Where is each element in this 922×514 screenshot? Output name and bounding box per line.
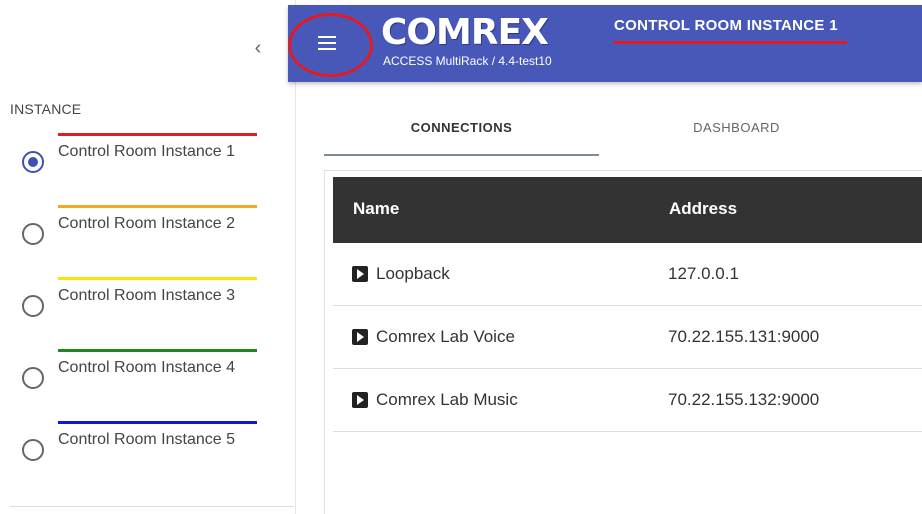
comrex-logo: COMREX (381, 12, 549, 53)
instance-label: Control Room Instance 3 (58, 287, 235, 304)
table-row[interactable]: Loopback 127.0.0.1 (333, 243, 922, 306)
instance-item-4[interactable]: Control Room Instance 4 (22, 349, 262, 415)
instance-color-line (58, 133, 257, 136)
tab-dashboard[interactable]: DASHBOARD (599, 110, 874, 156)
tab-label: CONNECTIONS (410, 120, 513, 135)
radio-unselected-icon[interactable] (22, 223, 44, 245)
play-icon[interactable] (352, 392, 368, 408)
instance-item-1[interactable]: Control Room Instance 1 (22, 133, 262, 199)
instance-item-5[interactable]: Control Room Instance 5 (22, 421, 262, 487)
play-icon[interactable] (352, 329, 368, 345)
instance-label: Control Room Instance 5 (58, 431, 235, 448)
instance-item-3[interactable]: Control Room Instance 3 (22, 277, 262, 343)
sidebar: ‹ INSTANCE Control Room Instance 1 Contr… (0, 0, 296, 514)
connection-name: Comrex Lab Music (376, 390, 518, 409)
radio-selected-icon[interactable] (22, 151, 44, 173)
instance-title: CONTROL ROOM INSTANCE 1 (614, 17, 838, 34)
instance-item-2[interactable]: Control Room Instance 2 (22, 205, 262, 271)
app-header: COMREX ACCESS MultiRack / 4.4-test10 CON… (288, 5, 922, 82)
connection-name: Loopback (376, 264, 450, 283)
product-version: ACCESS MultiRack / 4.4-test10 (383, 54, 552, 68)
instance-color-line (58, 205, 257, 208)
tab-connections[interactable]: CONNECTIONS (324, 110, 599, 156)
instance-color-line (58, 421, 257, 424)
instance-section-title: INSTANCE (10, 101, 82, 117)
play-icon[interactable] (352, 266, 368, 282)
connection-name: Comrex Lab Voice (376, 327, 515, 346)
column-header-address[interactable]: Address (669, 199, 737, 219)
instance-label: Control Room Instance 4 (58, 359, 235, 376)
tab-label: DASHBOARD (693, 120, 780, 135)
table-row[interactable]: Comrex Lab Music 70.22.155.132:9000 (333, 369, 922, 432)
chevron-left-icon[interactable]: ‹ (248, 36, 268, 60)
annotation-underline (614, 41, 847, 44)
instance-color-line (58, 349, 257, 352)
instance-label: Control Room Instance 1 (58, 143, 235, 160)
column-header-name[interactable]: Name (353, 199, 399, 219)
radio-unselected-icon[interactable] (22, 295, 44, 317)
instance-label: Control Room Instance 2 (58, 215, 235, 232)
table-row[interactable]: Comrex Lab Voice 70.22.155.131:9000 (333, 306, 922, 369)
connection-address: 127.0.0.1 (668, 264, 739, 283)
table-header: Name Address (333, 177, 922, 243)
radio-unselected-icon[interactable] (22, 367, 44, 389)
connections-table: Name Address Loopback 127.0.0.1 Comrex L… (324, 170, 922, 514)
radio-unselected-icon[interactable] (22, 439, 44, 461)
connection-address: 70.22.155.131:9000 (668, 327, 820, 346)
sidebar-divider (10, 506, 294, 507)
hamburger-menu-icon[interactable] (318, 30, 344, 56)
instance-color-line (58, 277, 257, 280)
connection-address: 70.22.155.132:9000 (668, 390, 820, 409)
